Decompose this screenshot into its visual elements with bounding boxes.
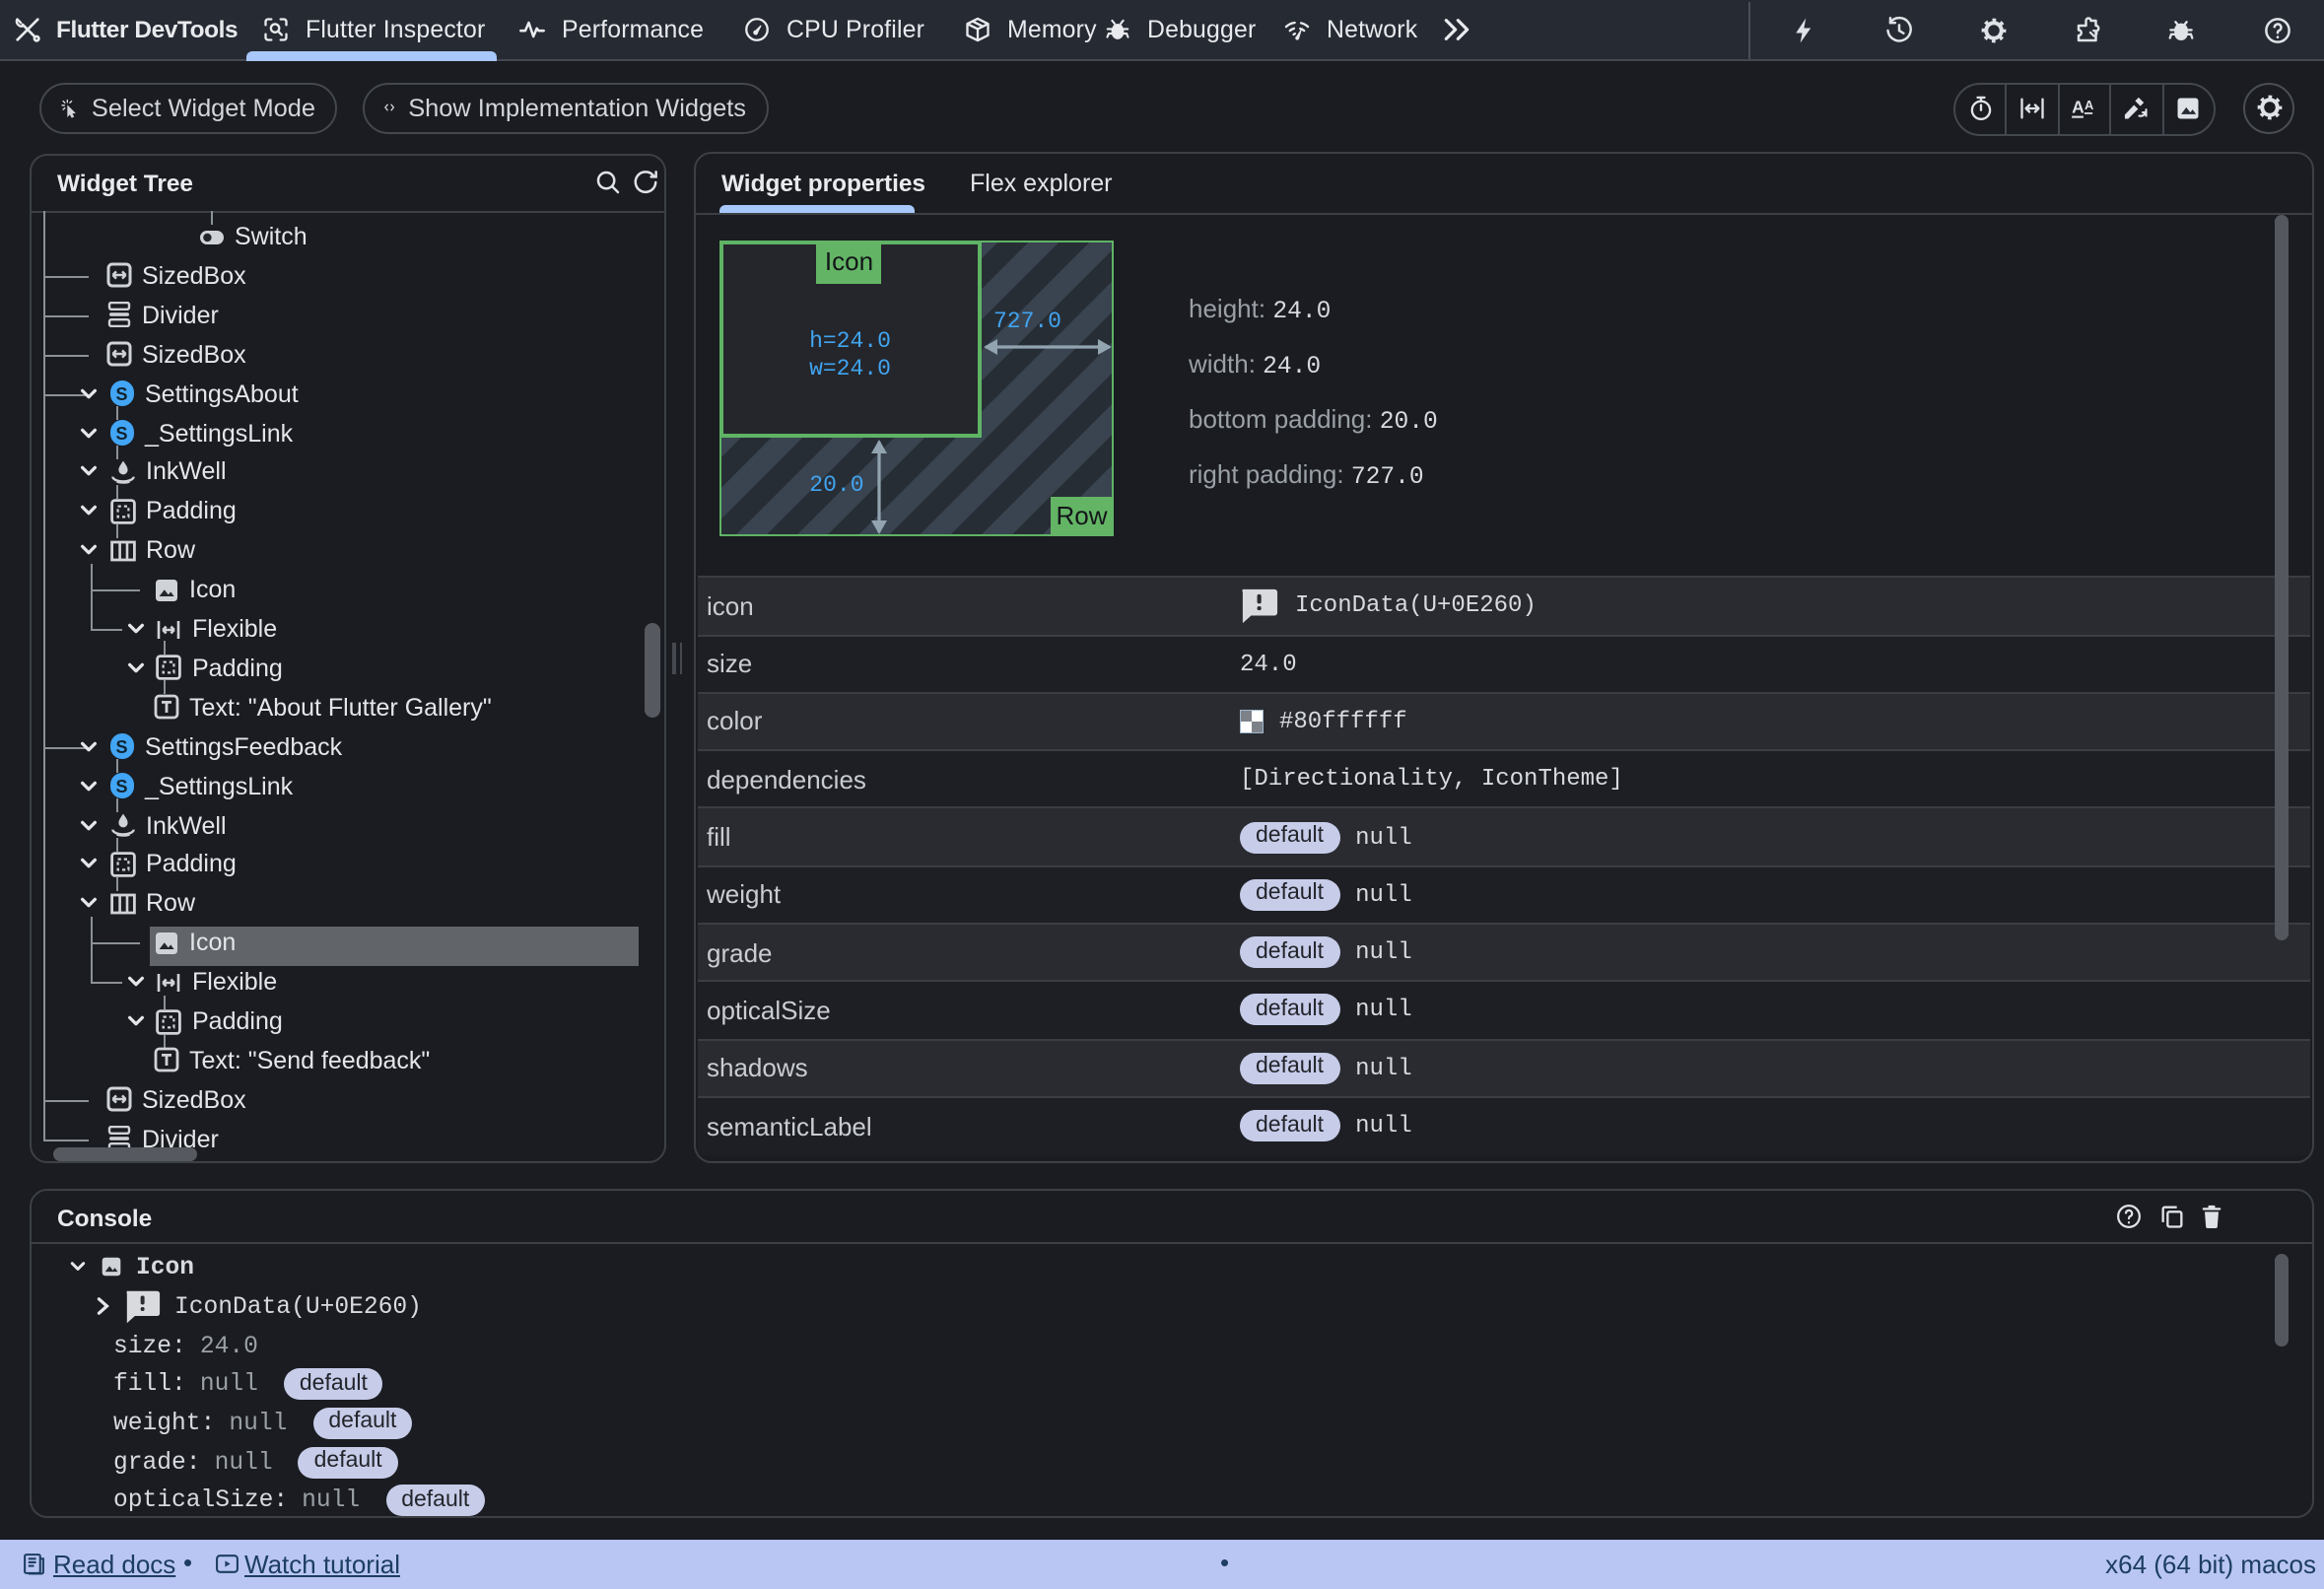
svg-text:A: A xyxy=(2085,99,2093,113)
svg-text:A: A xyxy=(2072,98,2085,117)
